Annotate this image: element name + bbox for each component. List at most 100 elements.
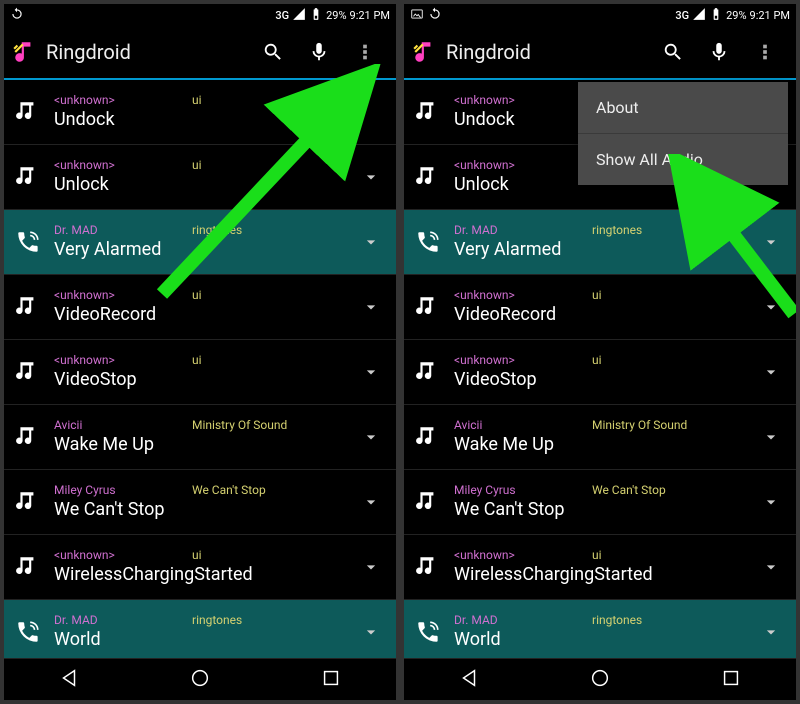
expand-button[interactable]	[746, 622, 796, 642]
title-label: VideoRecord	[454, 304, 746, 326]
album-label: ringtones	[192, 223, 242, 237]
music-icon	[4, 294, 52, 320]
artist-label: Dr. MAD	[54, 223, 98, 237]
row-body: <unknown> ui WirelessChargingStarted	[52, 548, 346, 586]
title-label: WirelessChargingStarted	[54, 564, 346, 586]
music-icon	[4, 99, 52, 125]
row-body: Dr. MADringtonesWorld	[452, 613, 746, 651]
artist-label: <unknown>	[54, 93, 115, 107]
expand-button[interactable]	[746, 297, 796, 317]
back-button[interactable]	[458, 667, 480, 693]
list-item[interactable]: Miley CyrusWe Can't StopWe Can't Stop	[404, 470, 796, 535]
android-navbar	[404, 658, 796, 700]
phone-right: 3G 29% 9:21 PM Ringdroid <unknown>uiUndo…	[404, 4, 796, 700]
list-item[interactable]: <unknown>uiVideoStop	[4, 340, 396, 405]
title-label: Unlock	[54, 174, 346, 196]
row-body: <unknown>uiVideoRecord	[52, 288, 346, 326]
expand-button[interactable]	[746, 557, 796, 577]
expand-button[interactable]	[746, 427, 796, 447]
artist-label: Miley Cyrus	[54, 483, 116, 497]
image-icon	[410, 7, 424, 24]
home-button[interactable]	[189, 667, 211, 693]
expand-button[interactable]	[346, 557, 396, 577]
mic-button[interactable]	[696, 29, 742, 75]
title-label: Undock	[54, 109, 346, 131]
row-body: <unknown>uiVideoStop	[452, 353, 746, 391]
overflow-menu-button[interactable]	[342, 29, 388, 75]
toolbar: Ringdroid	[4, 26, 396, 80]
android-navbar	[4, 658, 396, 700]
status-bar: 3G 29% 9:21 PM	[404, 4, 796, 26]
list-item[interactable]: Miley CyrusWe Can't StopWe Can't Stop	[4, 470, 396, 535]
artist-label: <unknown>	[54, 548, 115, 562]
signal-icon	[292, 7, 306, 24]
expand-button[interactable]	[346, 167, 396, 187]
network-label: 3G	[275, 9, 289, 22]
artist-label: <unknown>	[454, 353, 515, 367]
phone-left: 3G 29% 9:21 PM Ringdroid <unknown> ui Undo…	[4, 4, 396, 700]
music-icon	[4, 164, 52, 190]
album-label: ui	[192, 158, 202, 172]
expand-button[interactable]	[346, 232, 396, 252]
search-button[interactable]	[250, 29, 296, 75]
list-item[interactable]: Dr. MADringtonesWorld	[404, 600, 796, 665]
row-body: AviciiMinistry Of SoundWake Me Up	[452, 418, 746, 456]
list-item[interactable]: AviciiMinistry Of SoundWake Me Up	[4, 405, 396, 470]
album-label: ui	[192, 93, 202, 107]
title-label: We Can't Stop	[54, 499, 346, 521]
expand-button[interactable]	[346, 427, 396, 447]
artist-label: Dr. MAD	[454, 613, 498, 627]
mic-button[interactable]	[296, 29, 342, 75]
network-label: 3G	[675, 9, 689, 22]
row-body: AviciiMinistry Of SoundWake Me Up	[52, 418, 346, 456]
title-label: VideoStop	[54, 369, 346, 391]
album-label: ui	[592, 548, 602, 562]
artist-label: <unknown>	[454, 548, 515, 562]
overflow-menu-button[interactable]	[742, 29, 788, 75]
toolbar: Ringdroid	[404, 26, 796, 80]
album-label: ringtones	[192, 613, 242, 627]
ringtone-icon	[404, 229, 452, 255]
expand-button[interactable]	[346, 362, 396, 382]
expand-button[interactable]	[746, 362, 796, 382]
expand-button[interactable]	[746, 232, 796, 252]
list-item[interactable]: <unknown> ui Undock	[4, 80, 396, 145]
back-button[interactable]	[58, 667, 80, 693]
battery-label: 29%	[326, 9, 346, 22]
title-label: VideoRecord	[54, 304, 346, 326]
list-item[interactable]: <unknown>uiVideoRecord	[4, 275, 396, 340]
music-icon	[404, 164, 452, 190]
expand-button[interactable]	[346, 297, 396, 317]
album-label: ui	[192, 548, 202, 562]
recents-button[interactable]	[320, 667, 342, 693]
music-icon	[404, 99, 452, 125]
artist-label: <unknown>	[454, 158, 515, 172]
search-button[interactable]	[650, 29, 696, 75]
recents-button[interactable]	[720, 667, 742, 693]
expand-button[interactable]	[346, 622, 396, 642]
music-icon	[4, 424, 52, 450]
home-button[interactable]	[589, 667, 611, 693]
album-label: ui	[192, 288, 202, 302]
expand-button[interactable]	[346, 492, 396, 512]
list-item[interactable]: <unknown>uiUnlock	[4, 145, 396, 210]
music-icon	[4, 489, 52, 515]
music-icon	[404, 294, 452, 320]
menu-item-about[interactable]: About	[578, 82, 788, 134]
overflow-menu: About Show All Audio	[578, 82, 788, 185]
list-item[interactable]: Dr. MADringtonesVery Alarmed	[4, 210, 396, 275]
row-body: <unknown>uiUnlock	[52, 158, 346, 196]
list-item[interactable]: <unknown> ui WirelessChargingStarted	[4, 535, 396, 600]
expand-button[interactable]	[746, 492, 796, 512]
artist-label: <unknown>	[454, 288, 515, 302]
list-item[interactable]: <unknown>uiWirelessChargingStarted	[404, 535, 796, 600]
list-item[interactable]: Dr. MADringtonesVery Alarmed	[404, 210, 796, 275]
list-item[interactable]: <unknown>uiVideoStop	[404, 340, 796, 405]
menu-item-show-all-audio[interactable]: Show All Audio	[578, 134, 788, 185]
list-item[interactable]: Dr. MADringtonesWorld	[4, 600, 396, 665]
row-body: <unknown>uiVideoStop	[52, 353, 346, 391]
artist-label: <unknown>	[454, 93, 515, 107]
list-item[interactable]: <unknown>uiVideoRecord	[404, 275, 796, 340]
list-item[interactable]: AviciiMinistry Of SoundWake Me Up	[404, 405, 796, 470]
status-bar: 3G 29% 9:21 PM	[4, 4, 396, 26]
